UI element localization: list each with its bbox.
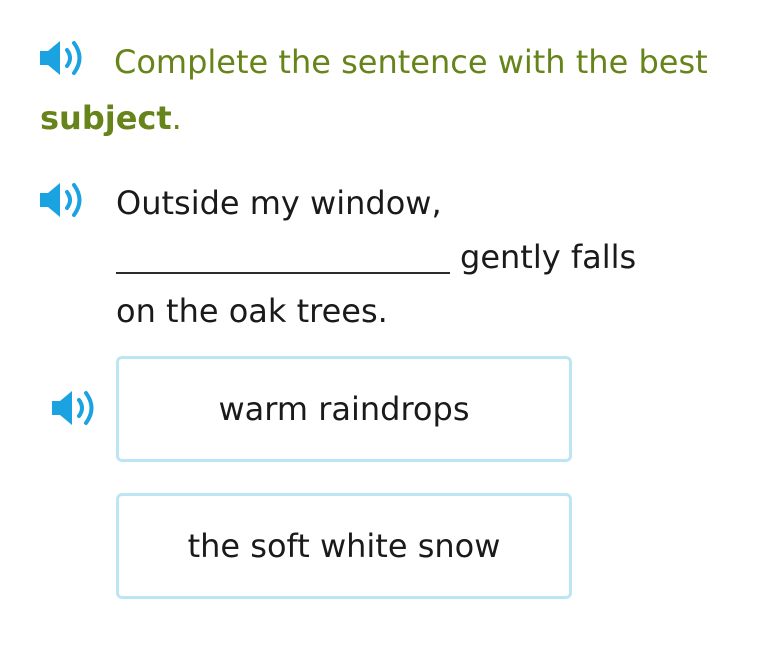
instruction-text: Complete the sentence with the best subj… [40,34,760,146]
answer-choice-1[interactable]: warm raindrops [116,356,572,462]
sentence-line-2: gently falls [116,230,636,284]
speaker-icon [52,391,94,425]
choice-speaker-button[interactable] [50,388,102,428]
sentence-speaker-button[interactable] [38,180,90,220]
speaker-icon [40,183,82,217]
sentence-after-blank: gently falls [460,238,637,276]
question-sentence: Outside my window, gently falls on the o… [116,176,636,338]
sentence-line-1: Outside my window, [116,184,442,222]
instruction-period: . [171,99,182,137]
answer-choice-2[interactable]: the soft white snow [116,493,572,599]
answer-choice-label: the soft white snow [187,527,501,565]
sentence-line-3: on the oak trees. [116,292,388,330]
instruction-lead: Complete the sentence with the best [114,43,708,81]
instruction-keyword: subject [40,99,172,137]
answer-blank [116,238,450,274]
answer-choice-label: warm raindrops [218,390,470,428]
